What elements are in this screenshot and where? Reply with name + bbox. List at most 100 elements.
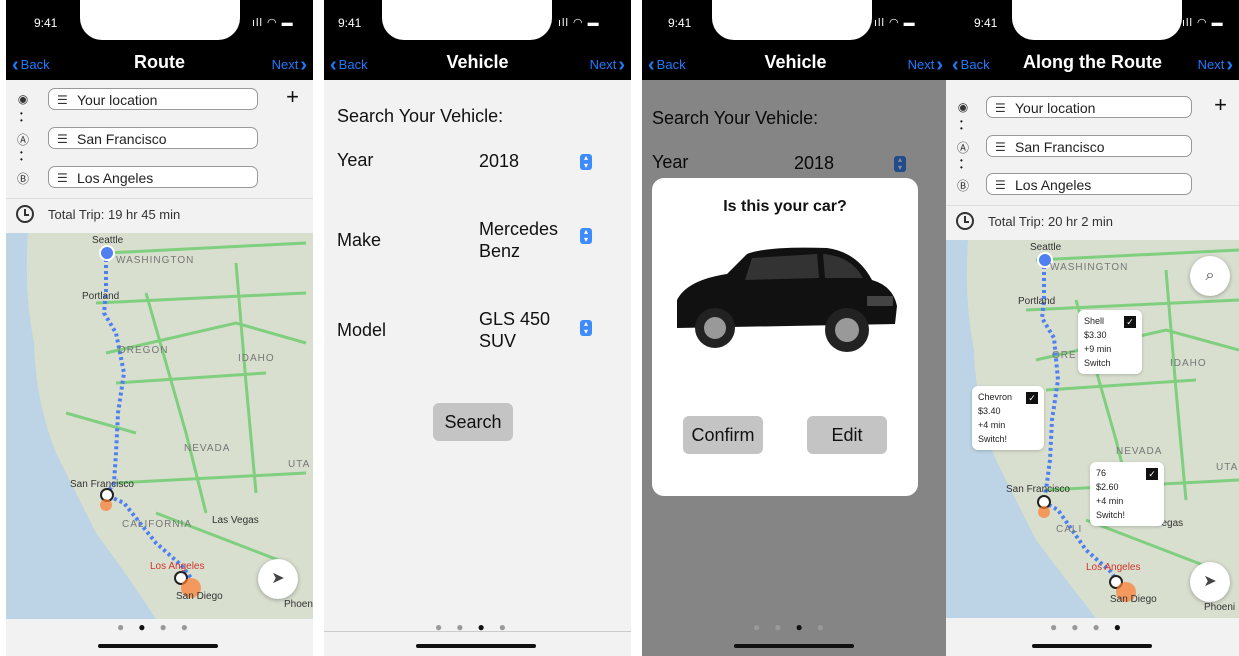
edit-button[interactable]: Edit — [807, 416, 887, 454]
stop-b-marker-icon: Ⓑ — [16, 172, 29, 186]
along-map[interactable]: Seattle WASHINGTON Portland ORE IDAHO NE… — [946, 240, 1239, 618]
map-label-seattle: Seattle — [1030, 242, 1062, 253]
chevron-right-icon: › — [936, 54, 943, 76]
route-dots: • • — [20, 109, 23, 125]
drag-handle-icon[interactable]: ☰ — [995, 136, 1006, 158]
page-dot-2[interactable]: ● — [1071, 620, 1092, 634]
page-dot-4[interactable]: ● — [181, 620, 202, 634]
recenter-button[interactable]: ➤ — [1190, 562, 1230, 602]
car-image — [677, 247, 897, 352]
divider — [324, 631, 631, 632]
clock-icon — [16, 205, 34, 223]
page-indicator: ●●●● — [642, 620, 949, 636]
recenter-button[interactable]: ➤ — [258, 559, 298, 599]
car-confirm-modal: Is this your car? Confirm Edit — [652, 178, 918, 496]
confirm-button[interactable]: Confirm — [683, 416, 763, 454]
stop-b-field[interactable]: ☰ Los Angeles — [48, 166, 258, 188]
page-title: Along the Route — [1023, 52, 1162, 72]
make-stepper[interactable]: ▴ ▾ — [580, 228, 592, 244]
page-dot-1[interactable]: ● — [1050, 620, 1071, 634]
map-label-portland: Portland — [1018, 296, 1056, 307]
notch — [1012, 0, 1182, 40]
nav-bar: ‹ Back Vehicle Next › — [642, 50, 949, 80]
page-dot-4[interactable]: ● — [1114, 620, 1135, 634]
stop-a-field[interactable]: ☰ San Francisco — [48, 127, 258, 149]
route-map[interactable]: Seattle WASHINGTON Portland OREGON IDAHO… — [6, 233, 313, 619]
make-value-line2[interactable]: Benz — [479, 240, 520, 262]
route-screen: 9:41 ıll ◠ ▬ ‹ Back Route Next › ◉ ☰ Your l… — [6, 0, 313, 656]
checkbox-checked-icon[interactable]: ✓ — [1146, 468, 1158, 480]
home-indicator[interactable] — [1032, 644, 1152, 648]
station-detour: +4 min — [978, 420, 1006, 430]
page-dot-2[interactable]: ● — [774, 620, 795, 634]
station-switch-link[interactable]: Switch! — [1096, 508, 1158, 522]
map-label-san-francisco: San Francisco — [1006, 484, 1070, 495]
nav-bar: ‹ Back Along the Route Next › — [946, 50, 1239, 80]
checkbox-checked-icon[interactable]: ✓ — [1124, 316, 1136, 328]
search-button[interactable]: Search — [433, 403, 513, 441]
along-content: ◉ ☰ Your location + • • Ⓐ ☰ San Francisco •… — [946, 80, 1239, 656]
year-stepper[interactable]: ▴ ▾ — [580, 154, 592, 170]
page-dot-4[interactable]: ● — [817, 620, 838, 634]
page-dot-3[interactable]: ● — [1093, 620, 1114, 634]
add-stop-button[interactable]: + — [1214, 92, 1227, 118]
search-map-button[interactable]: ⌕ — [1190, 256, 1230, 296]
stop-b-field[interactable]: ☰ Los Angeles — [986, 173, 1192, 195]
next-button[interactable]: Next › — [272, 54, 307, 77]
map-label-oregon: OREGON — [118, 345, 169, 356]
search-heading: Search Your Vehicle: — [337, 106, 504, 126]
drag-handle-icon[interactable]: ☰ — [57, 89, 68, 111]
next-button[interactable]: Next › — [908, 54, 943, 77]
map-label-utah: UTA — [288, 459, 311, 470]
map-label-idaho: IDAHO — [1170, 358, 1207, 369]
stop-b-marker-icon: Ⓑ — [956, 179, 969, 193]
status-time: 9:41 — [974, 16, 998, 30]
model-value-line1[interactable]: GLS 450 — [479, 308, 550, 330]
model-value-line2[interactable]: SUV — [479, 330, 516, 352]
make-value-line1[interactable]: Mercedes — [479, 218, 558, 240]
origin-field[interactable]: ☰ Your location — [48, 88, 258, 110]
page-dot-1[interactable]: ● — [117, 620, 138, 634]
station-price: $2.60 — [1096, 482, 1119, 492]
modal-title: Is this your car? — [723, 198, 847, 215]
home-indicator[interactable] — [734, 644, 854, 648]
page-dot-1[interactable]: ● — [753, 620, 774, 634]
home-indicator[interactable] — [98, 644, 218, 648]
drag-handle-icon[interactable]: ☰ — [57, 167, 68, 189]
notch — [382, 0, 552, 40]
page-dot-3[interactable]: ● — [796, 620, 817, 634]
stop-a-marker-icon: Ⓐ — [16, 133, 29, 147]
clock-icon — [956, 212, 974, 230]
stop-b-row: Ⓑ ☰ Los Angeles — [946, 173, 1239, 201]
checkbox-checked-icon[interactable]: ✓ — [1026, 392, 1038, 404]
stop-a-field[interactable]: ☰ San Francisco — [986, 135, 1192, 157]
drag-handle-icon[interactable]: ☰ — [995, 97, 1006, 119]
page-indicator: ●●●● — [324, 620, 631, 636]
drag-handle-icon[interactable]: ☰ — [995, 174, 1006, 196]
nav-bar: ‹ Back Route Next › — [6, 50, 313, 80]
route-dots: • • — [20, 148, 23, 164]
map-label-las-vegas: Las Vegas — [212, 515, 259, 526]
station-switch-link[interactable]: Switch — [1084, 356, 1136, 370]
page-dot-3[interactable]: ● — [160, 620, 181, 634]
station-detour: +9 min — [1084, 344, 1112, 354]
add-stop-button[interactable]: + — [286, 84, 299, 110]
station-callout-chevron[interactable]: ✓ Chevron $3.40 +4 min Switch! — [972, 386, 1044, 450]
station-callout-76[interactable]: ✓ 76 $2.60 +4 min Switch! — [1090, 462, 1164, 526]
route-dots: • • — [960, 117, 963, 133]
trip-summary: Total Trip: 19 hr 45 min — [6, 198, 313, 234]
station-price: $3.40 — [978, 406, 1001, 416]
year-value[interactable]: 2018 — [479, 150, 519, 172]
station-callout-shell[interactable]: ✓ Shell $3.30 +9 min Switch — [1078, 310, 1142, 374]
origin-field[interactable]: ☰ Your location — [986, 96, 1192, 118]
station-price: $3.30 — [1084, 330, 1107, 340]
next-button[interactable]: Next › — [590, 54, 625, 77]
home-indicator[interactable] — [416, 644, 536, 648]
map-label-san-diego: San Diego — [1110, 594, 1157, 605]
model-stepper[interactable]: ▴ ▾ — [580, 320, 592, 336]
station-switch-link[interactable]: Switch! — [978, 432, 1038, 446]
map-label-los-angeles: Los Angeles — [150, 561, 205, 572]
page-dot-2[interactable]: ● — [138, 620, 159, 634]
drag-handle-icon[interactable]: ☰ — [57, 128, 68, 150]
next-button[interactable]: Next › — [1198, 54, 1233, 77]
